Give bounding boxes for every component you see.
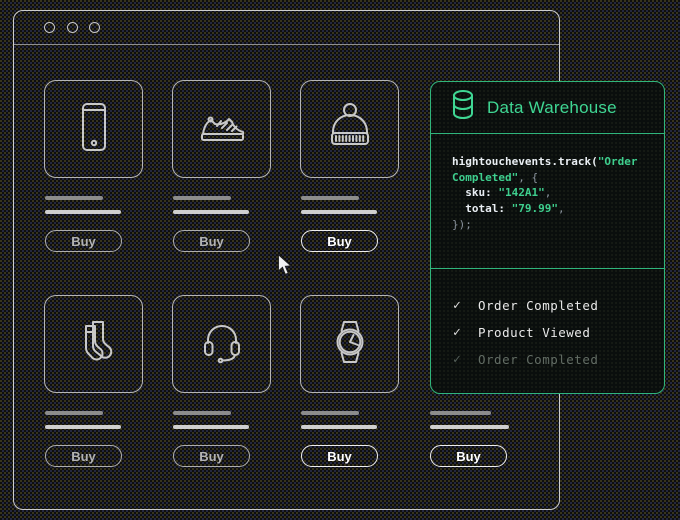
check-icon: ✓ [453, 325, 478, 340]
event-item: ✓Product Viewed [453, 319, 664, 346]
watch-icon [322, 314, 378, 375]
text-placeholder-line [301, 210, 377, 214]
phone-icon [66, 99, 122, 160]
product-card[interactable] [300, 80, 399, 178]
beanie-icon [322, 99, 378, 160]
text-placeholder-line [301, 425, 377, 429]
illustration-stage: Buy Buy [0, 0, 680, 520]
mouse-cursor-icon [277, 254, 293, 281]
event-list: ✓Order Completed✓Product Viewed✓Order Co… [431, 269, 664, 373]
product-card[interactable] [44, 295, 143, 393]
text-placeholder-line [173, 210, 249, 214]
buy-button[interactable]: Buy [45, 445, 122, 467]
text-placeholder-line [45, 196, 103, 200]
database-icon [451, 89, 475, 126]
text-placeholder-line [45, 210, 121, 214]
buy-button[interactable]: Buy [45, 230, 122, 252]
event-label: Product Viewed [478, 325, 590, 340]
text-placeholder-line [430, 425, 509, 429]
text-placeholder-line [173, 196, 231, 200]
buy-button[interactable]: Buy [301, 230, 378, 252]
text-placeholder-line [173, 425, 249, 429]
text-placeholder-line [430, 411, 491, 415]
buy-button[interactable]: Buy [301, 445, 378, 467]
event-label: Order Completed [478, 298, 598, 313]
traffic-light-icon[interactable] [44, 22, 55, 33]
check-icon: ✓ [453, 298, 478, 313]
headset-icon [194, 314, 250, 375]
event-item: ✓Order Completed [453, 346, 664, 373]
buy-button[interactable]: Buy [430, 445, 507, 467]
event-label: Order Completed [478, 352, 598, 367]
text-placeholder-line [45, 411, 103, 415]
panel-title: Data Warehouse [487, 98, 617, 118]
code-section: hightouchevents.track("OrderCompleted", … [431, 134, 664, 269]
text-placeholder-line [45, 425, 121, 429]
browser-titlebar [14, 11, 559, 45]
traffic-light-icon[interactable] [67, 22, 78, 33]
text-placeholder-line [301, 196, 359, 200]
product-card[interactable] [172, 295, 271, 393]
product-card[interactable] [172, 80, 271, 178]
socks-icon [66, 314, 122, 375]
data-warehouse-panel: Data Warehouse hightouchevents.track("Or… [430, 81, 665, 394]
text-placeholder-line [173, 411, 231, 415]
panel-header: Data Warehouse [431, 82, 664, 134]
product-card[interactable] [300, 295, 399, 393]
traffic-light-icon[interactable] [89, 22, 100, 33]
product-card[interactable] [44, 80, 143, 178]
sneaker-icon [194, 99, 250, 160]
text-placeholder-line [301, 411, 359, 415]
buy-button[interactable]: Buy [173, 445, 250, 467]
event-item: ✓Order Completed [453, 292, 664, 319]
check-icon: ✓ [453, 352, 478, 367]
buy-button[interactable]: Buy [173, 230, 250, 252]
code-block: hightouchevents.track("OrderCompleted", … [452, 154, 650, 233]
